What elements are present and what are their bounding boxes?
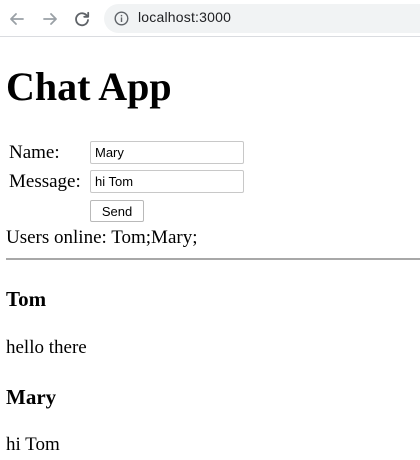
forward-button[interactable] [38, 7, 62, 31]
info-circle-icon[interactable] [114, 11, 129, 26]
reload-icon [75, 11, 90, 27]
arrow-right-icon [43, 13, 57, 25]
back-button[interactable] [5, 7, 29, 31]
url-text[interactable]: localhost:3000 [138, 9, 231, 25]
message-author: Mary [6, 385, 57, 409]
browser-toolbar: localhost:3000 [0, 0, 420, 37]
address-bar[interactable]: localhost:3000 [104, 4, 420, 33]
message-text: hi Tom [6, 434, 60, 455]
message-list: Tom hello there Mary hi Tom [0, 37, 420, 460]
reload-button[interactable] [70, 7, 94, 31]
message-author: Tom [6, 287, 47, 311]
page-content: Chat App Name: Message: Send Users onlin… [0, 37, 420, 460]
message-text: hello there [6, 337, 87, 358]
arrow-left-icon [10, 13, 24, 25]
